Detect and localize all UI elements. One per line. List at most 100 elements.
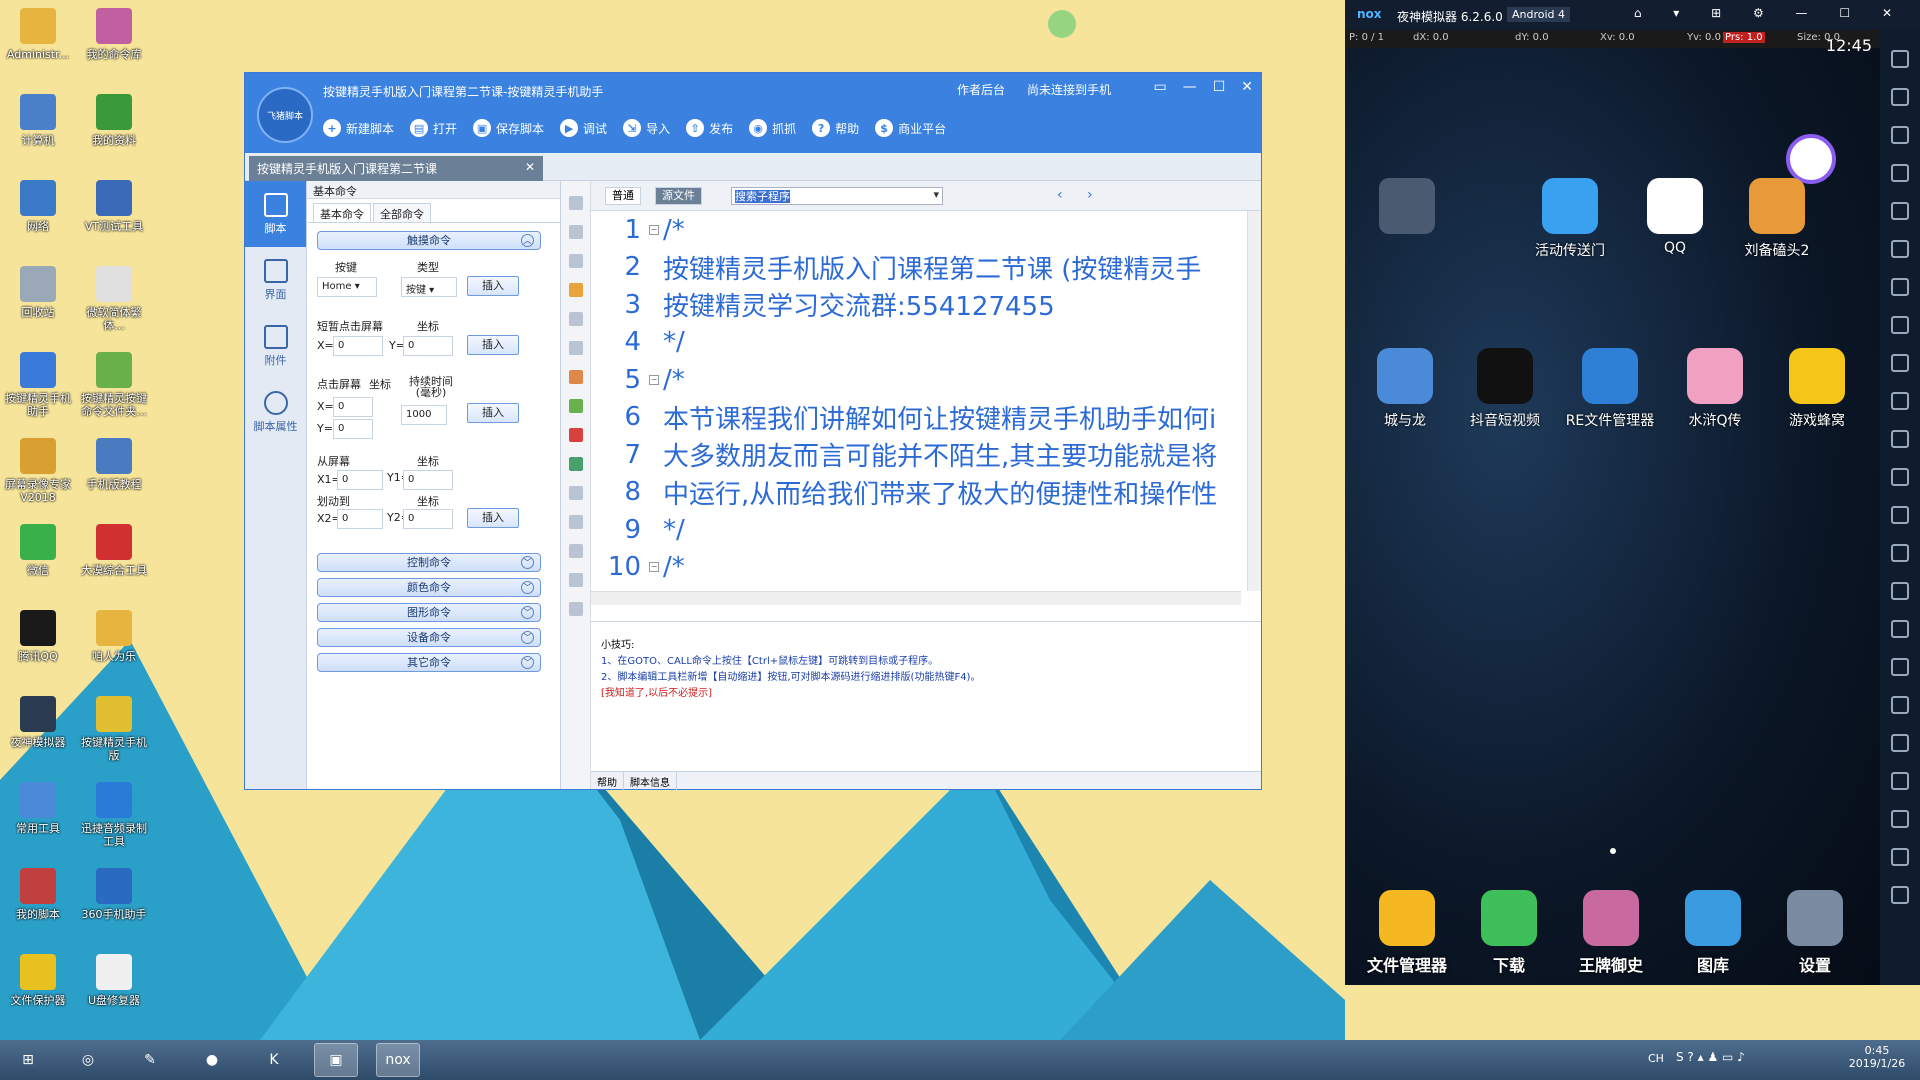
side-tool-icon[interactable] (1891, 772, 1909, 790)
taskbar-nox-icon[interactable]: nox (376, 1043, 420, 1077)
side-tool-icon[interactable] (1891, 354, 1909, 372)
control-commands-group[interactable]: 控制命令 ﹀ (317, 553, 541, 572)
x1-field[interactable]: 0 (337, 470, 383, 490)
code-line[interactable]: 7 大多数朋友而言可能并不陌生,其主要功能就是将 (591, 436, 1241, 474)
debug-button[interactable]: ▶ 调试 (560, 115, 607, 141)
app-icon[interactable]: 游戏蜂窝 (1767, 348, 1867, 430)
help-button[interactable]: ? 帮助 (812, 115, 859, 141)
desktop-icon[interactable]: 我的命令库 (76, 8, 152, 61)
start-button[interactable]: ⊞ (6, 1043, 50, 1077)
fold-toggle-icon[interactable]: − (649, 562, 659, 573)
new-script-button[interactable]: + 新建脚本 (323, 115, 394, 141)
tool-icon[interactable] (568, 602, 583, 616)
desktop-icon[interactable]: 按键精灵按键命令文件夹... (76, 352, 152, 418)
minimize-button[interactable]: — (1183, 79, 1197, 95)
close-button[interactable]: ✕ (1241, 79, 1253, 95)
nav-ui[interactable]: 界面 (245, 247, 306, 313)
code-line[interactable]: 1−/* (591, 211, 1241, 249)
rotate-icon[interactable] (1891, 392, 1909, 410)
system-clock[interactable]: 0:45 2019/1/26 (1842, 1044, 1912, 1070)
duration-field[interactable]: 1000 (401, 405, 447, 425)
desktop-icon[interactable]: 屏幕录像专家V2018 (0, 438, 76, 504)
code-line[interactable]: 9 */ (591, 511, 1241, 549)
tap-x-field[interactable]: 0 (333, 336, 383, 356)
app-icon[interactable]: 活动传送门 (1520, 178, 1620, 260)
color-commands-group[interactable]: 颜色命令 ﹀ (317, 578, 541, 597)
desktop-icon[interactable]: 360手机助手 (76, 868, 152, 921)
desktop-icon[interactable]: 回收站 (0, 266, 76, 319)
tool-icon[interactable] (568, 312, 583, 326)
insert-key-button[interactable]: 插入 (467, 276, 519, 296)
side-tool-icon[interactable] (1891, 734, 1909, 752)
android-screen[interactable]: P: 0 / 1 dX: 0.0 dY: 0.0 Xv: 0.0 Yv: 0.0… (1345, 30, 1880, 985)
dock-app-icon[interactable]: 文件管理器 (1357, 890, 1457, 976)
touch-commands-group[interactable]: 触摸命令 ︿ (317, 231, 541, 250)
subroutine-search[interactable]: 搜索子程序 ▾ (731, 187, 943, 205)
language-indicator[interactable]: CH (1648, 1052, 1664, 1065)
press-y-field[interactable]: 0 (333, 419, 373, 439)
app-icon[interactable]: 刘备磕头2 (1727, 178, 1827, 260)
code-line[interactable]: 5−/* (591, 361, 1241, 399)
floating-assistant-icon[interactable] (1786, 134, 1836, 184)
tray-icons[interactable]: S ? ▴ ♟ ▭ ♪ (1676, 1050, 1745, 1064)
capture-button[interactable]: ◉ 抓抓 (749, 115, 796, 141)
graphic-commands-group[interactable]: 图形命令 ﹀ (317, 603, 541, 622)
code-line[interactable]: 8 中运行,从而给我们带来了极大的便捷性和操作性 (591, 474, 1241, 512)
dock-app-icon[interactable]: 设置 (1765, 890, 1865, 976)
desktop-icon[interactable]: 夜神模拟器 (0, 696, 76, 749)
dismiss-tip-link[interactable]: [我知道了,以后不必提示] (601, 686, 1251, 702)
phone-connection-status[interactable]: 尚未连接到手机 (1027, 81, 1111, 98)
insert-tap-button[interactable]: 插入 (467, 335, 519, 355)
app-icon[interactable]: 水浒Q传 (1665, 348, 1765, 430)
insert-swipe-button[interactable]: 插入 (467, 508, 519, 528)
side-tool-icon[interactable] (1891, 88, 1909, 106)
taskbar-keymaster-icon[interactable]: ▣ (314, 1043, 358, 1077)
key-select[interactable]: Home ▾ (317, 277, 377, 297)
source-mode-button[interactable]: 源文件 (655, 187, 702, 205)
tab-help[interactable]: 帮助 (591, 772, 624, 791)
close-tab-icon[interactable]: ✕ (525, 160, 535, 174)
expand-icon[interactable] (1891, 544, 1909, 562)
tab-all-commands[interactable]: 全部命令 (373, 203, 431, 222)
desktop-icon[interactable]: 我的资料 (76, 94, 152, 147)
desktop-icon[interactable]: U盘修复器 (76, 954, 152, 1007)
fullscreen-icon[interactable] (1891, 202, 1909, 220)
fold-toggle-icon[interactable]: − (649, 224, 659, 235)
desktop-icon[interactable]: 迅捷音频录制工具 (76, 782, 152, 848)
business-platform-button[interactable]: $ 商业平台 (875, 115, 946, 141)
other-commands-group[interactable]: 其它命令 ﹀ (317, 653, 541, 672)
desktop-icon[interactable]: 文件保护器 (0, 954, 76, 1007)
code-line[interactable]: 3 按键精灵学习交流群:554127455 (591, 286, 1241, 324)
tab-basic-commands[interactable]: 基本命令 (313, 203, 371, 222)
desktop-icon[interactable]: 大漠综合工具 (76, 524, 152, 577)
tool-icon[interactable] (568, 196, 583, 210)
tool-icon[interactable] (568, 457, 583, 471)
desktop-icon[interactable]: Administr... (0, 8, 76, 61)
desktop-icon[interactable]: 计算机 (0, 94, 76, 147)
code-line[interactable]: 6 本节课程我们讲解如何让按键精灵手机助手如何i (591, 399, 1241, 437)
desktop-icon[interactable]: 我的脚本 (0, 868, 76, 921)
side-tool-icon[interactable] (1891, 430, 1909, 448)
desktop-icon[interactable]: VT测试工具 (76, 180, 152, 233)
tap-y-field[interactable]: 0 (403, 336, 453, 356)
record-icon[interactable] (1891, 658, 1909, 676)
tool-icon[interactable] (568, 573, 583, 587)
device-commands-group[interactable]: 设备命令 ﹀ (317, 628, 541, 647)
home-icon[interactable] (1891, 848, 1909, 866)
type-select[interactable]: 按键 ▾ (401, 277, 457, 297)
tool-icon[interactable] (568, 283, 583, 297)
screenshot-icon[interactable] (1891, 316, 1909, 334)
x2-field[interactable]: 0 (337, 509, 383, 529)
volume-up-icon[interactable] (1891, 240, 1909, 258)
maximize-button[interactable]: ☐ (1213, 79, 1226, 95)
taskbar-app-icon[interactable]: K (252, 1043, 296, 1077)
restore-icon[interactable]: ▭ (1153, 79, 1166, 95)
multi-window-icon[interactable] (1891, 506, 1909, 524)
tool-icon[interactable] (568, 399, 583, 413)
desktop-icon[interactable]: 网络 (0, 180, 76, 233)
code-line[interactable]: 2 按键精灵手机版入门课程第二节课 (按键精灵手 (591, 249, 1241, 287)
app-icon[interactable]: RE文件管理器 (1560, 348, 1660, 430)
emulator-controls[interactable]: ⌂ ▾ ⊞ ⚙ — ☐ ✕ (1634, 6, 1906, 20)
dock-app-icon[interactable]: 下载 (1459, 890, 1559, 976)
vertical-scrollbar[interactable] (1247, 211, 1261, 591)
